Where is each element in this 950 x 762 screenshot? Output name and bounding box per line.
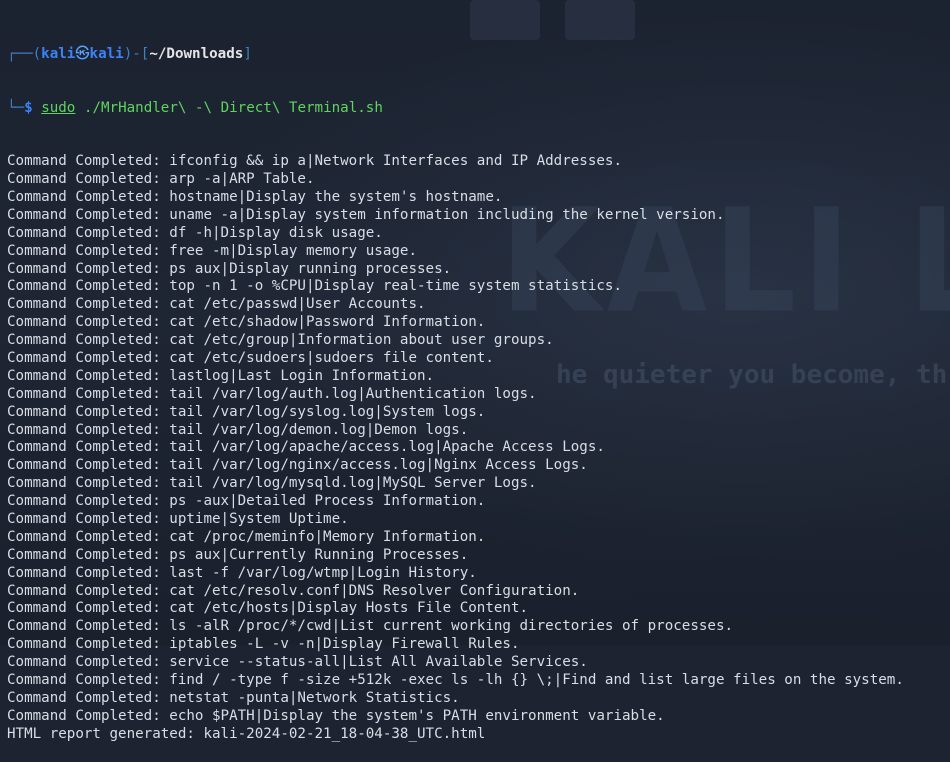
output-line: Command Completed: arp -a|ARP Table. (7, 171, 315, 188)
output-line: Command Completed: ifconfig && ip a|Netw… (7, 153, 622, 170)
output-line: Command Completed: free -m|Display memor… (7, 242, 417, 259)
output-line: HTML report generated: kali-2024-02-21_1… (7, 725, 486, 742)
output-line: Command Completed: cat /etc/hosts|Displa… (7, 600, 529, 617)
output-line: Command Completed: ls -alR /proc/*/cwd|L… (7, 618, 734, 635)
prompt-at-symbol: ㉿ (75, 45, 90, 62)
prompt-dollar: $ (24, 99, 42, 116)
prompt-host: kali (89, 45, 124, 62)
output-line: Command Completed: top -n 1 -o %CPU|Disp… (7, 278, 622, 295)
output-line: Command Completed: uname -a|Display syst… (7, 206, 725, 223)
output-line: Command Completed: service --status-all|… (7, 654, 588, 671)
output-line: Command Completed: netstat -punta|Networ… (7, 689, 460, 706)
prompt-frame: └─ (7, 99, 25, 116)
output-line: Command Completed: ps aux|Display runnin… (7, 260, 452, 277)
output-line: Command Completed: uptime|System Uptime. (7, 511, 349, 528)
prompt-frame: )-[ (123, 45, 150, 62)
prompt-cwd: ~/Downloads (149, 45, 244, 62)
output-line: Command Completed: hostname|Display the … (7, 189, 503, 205)
output-line: Command Completed: iptables -L -v -n|Dis… (7, 636, 520, 653)
output-line: Command Completed: ps -aux|Detailed Proc… (7, 493, 486, 510)
output-line: Command Completed: tail /var/log/syslog.… (7, 403, 486, 420)
prompt-command-line: └─$ sudo ./MrHandler\ -\ Direct\ Termina… (7, 100, 950, 118)
output-line: Command Completed: tail /var/log/mysqld.… (7, 475, 537, 492)
output-line: Command Completed: cat /etc/shadow|Passw… (7, 314, 486, 331)
output-line: Command Completed: lastlog|Last Login In… (7, 367, 435, 384)
prompt-header: ┌──(kali㉿kali)-[~/Downloads] (7, 46, 950, 64)
output-line: Command Completed: last -f /var/log/wtmp… (7, 564, 477, 581)
output-line: Command Completed: find / -type f -size … (7, 672, 904, 689)
output-line: Command Completed: cat /etc/group|Inform… (7, 332, 554, 349)
prompt-user: kali (41, 45, 76, 62)
output-line: Command Completed: tail /var/log/demon.l… (7, 421, 469, 438)
terminal-output[interactable]: ┌──(kali㉿kali)-[~/Downloads] └─$ sudo ./… (7, 10, 950, 762)
output-line: Command Completed: df -h|Display disk us… (7, 224, 383, 241)
sudo-keyword: sudo (41, 99, 76, 116)
output-line: Command Completed: cat /etc/sudoers|sudo… (7, 350, 494, 367)
output-line: Command Completed: tail /var/log/apache/… (7, 439, 605, 456)
output-line: Command Completed: cat /etc/resolv.conf|… (7, 582, 580, 599)
prompt-frame: ] (243, 45, 252, 62)
output-line: Command Completed: echo $PATH|Display th… (7, 707, 665, 724)
output-line: Command Completed: ps aux|Currently Runn… (7, 546, 469, 563)
output-line: Command Completed: cat /proc/meminfo|Mem… (7, 528, 486, 545)
prompt-frame: ┌──( (7, 45, 42, 62)
output-line: Command Completed: cat /etc/passwd|User … (7, 296, 426, 313)
command-text: ./MrHandler\ -\ Direct\ Terminal.sh (75, 99, 383, 116)
output-line: Command Completed: tail /var/log/nginx/a… (7, 457, 588, 474)
output-line: Command Completed: tail /var/log/auth.lo… (7, 385, 537, 402)
output-lines: Command Completed: ifconfig && ip a|Netw… (7, 153, 950, 743)
